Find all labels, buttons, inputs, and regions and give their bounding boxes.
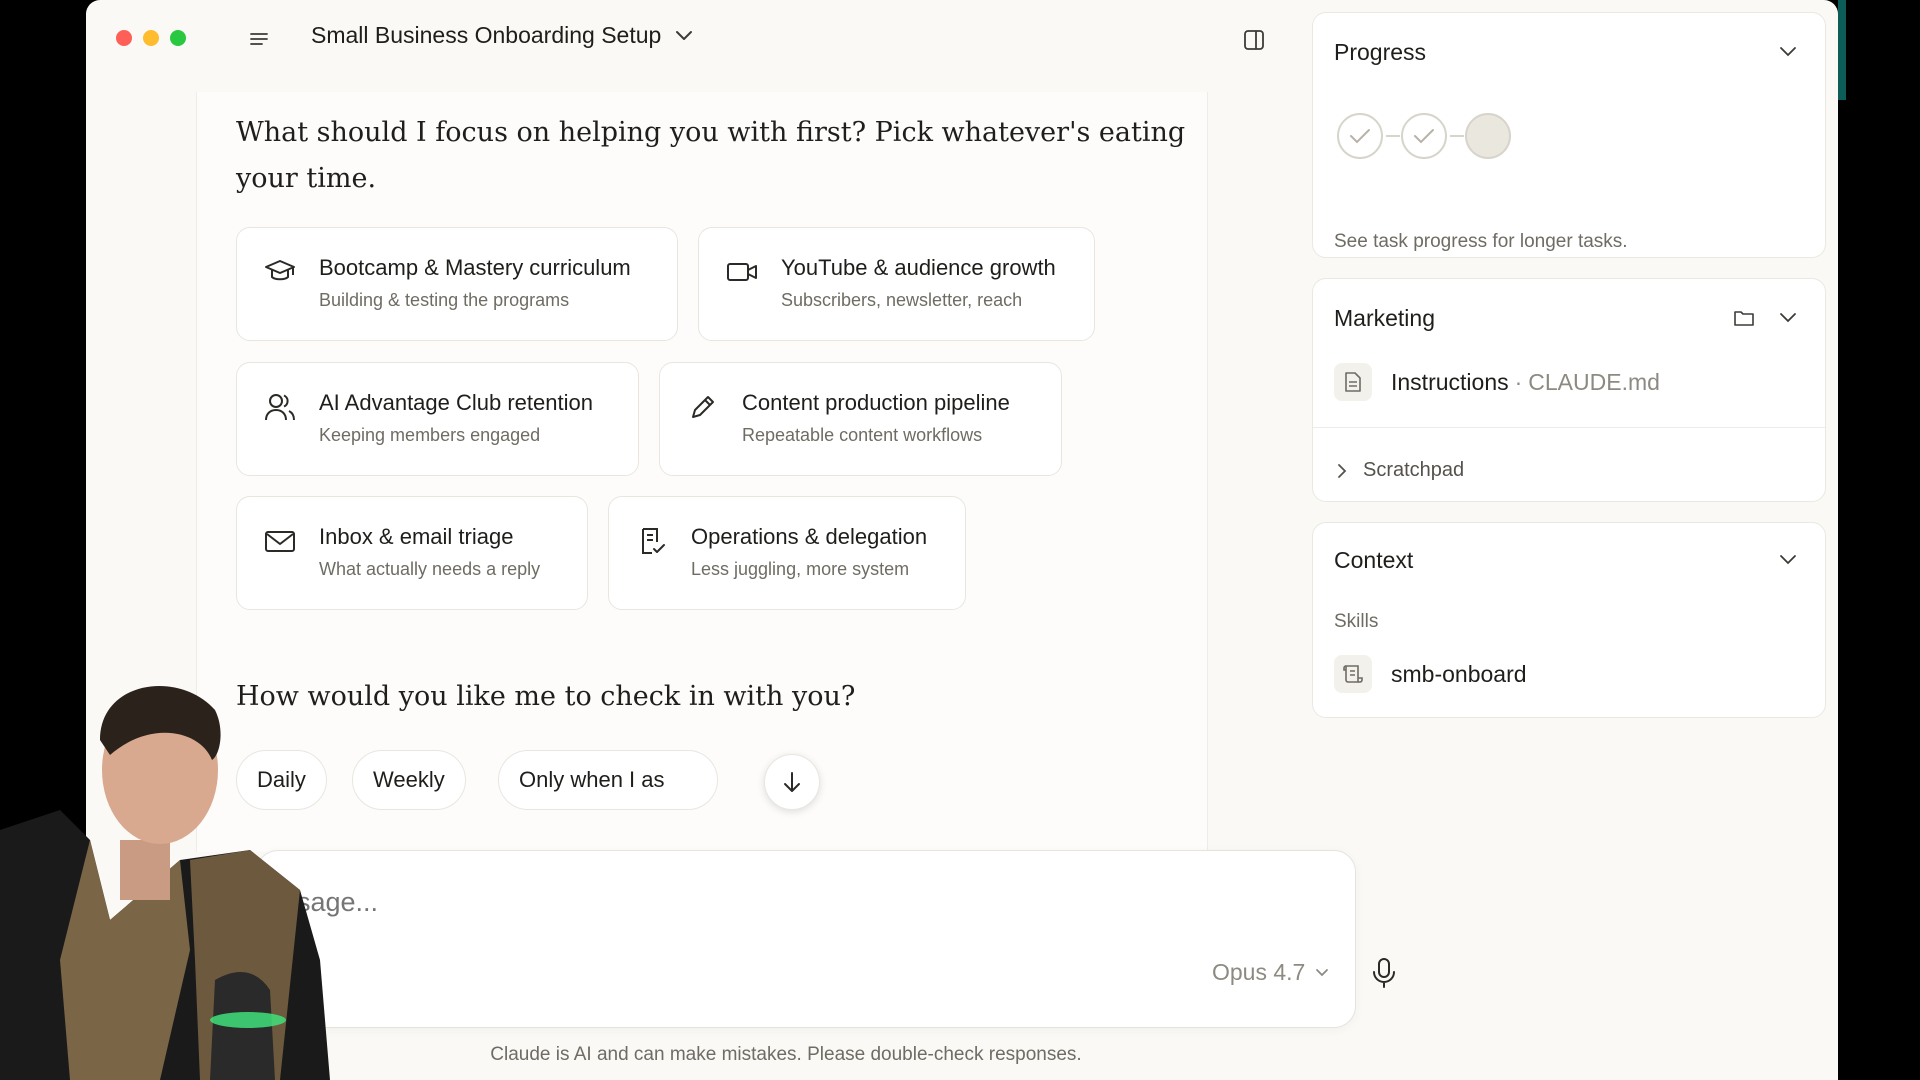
focus-question: What should I focus on helping you with … bbox=[236, 117, 1186, 194]
scroll-icon bbox=[1334, 655, 1372, 693]
scratchpad-toggle[interactable]: Scratchpad bbox=[1337, 459, 1464, 482]
progress-step-done bbox=[1337, 113, 1383, 159]
option-card-content-pipeline[interactable]: Content production pipeline Repeatable c… bbox=[659, 362, 1062, 476]
folder-icon bbox=[1734, 311, 1754, 326]
check-in-question: How would you like me to check in with y… bbox=[236, 681, 856, 712]
skill-row[interactable]: smb-onboard bbox=[1334, 655, 1527, 693]
message-composer: Opus 4.7 bbox=[256, 850, 1395, 1028]
instructions-file-row[interactable]: Instructions · CLAUDE.md bbox=[1334, 363, 1660, 401]
toggle-side-panel-button[interactable] bbox=[1240, 26, 1268, 54]
microphone-icon bbox=[1373, 958, 1395, 988]
app-window: Small Business Onboarding Setup What sho… bbox=[86, 0, 1838, 1080]
progress-step-done bbox=[1401, 113, 1447, 159]
open-folder-button[interactable] bbox=[1733, 307, 1755, 329]
menu-icon bbox=[250, 33, 268, 45]
progress-description: See task progress for longer tasks. bbox=[1334, 231, 1628, 252]
chevron-down-icon bbox=[1780, 555, 1796, 565]
chat-thread: What should I focus on helping you with … bbox=[196, 92, 1208, 852]
conversation-title-dropdown[interactable]: Small Business Onboarding Setup bbox=[311, 22, 693, 49]
graduation-cap-icon bbox=[263, 255, 297, 289]
chevron-down-icon bbox=[1780, 313, 1796, 323]
close-window-button[interactable] bbox=[116, 30, 132, 46]
option-subtitle: Building & testing the programs bbox=[319, 290, 570, 310]
sidebar-menu-button[interactable] bbox=[246, 26, 272, 52]
option-title: AI Advantage Club retention bbox=[319, 390, 593, 415]
progress-connector bbox=[1386, 135, 1400, 137]
skills-label: Skills bbox=[1334, 611, 1379, 632]
option-title: Inbox & email triage bbox=[319, 524, 514, 549]
pencil-icon bbox=[686, 390, 720, 424]
presenter-webcam-overlay bbox=[0, 686, 330, 1080]
conversation-title: Small Business Onboarding Setup bbox=[311, 22, 662, 48]
progress-connector bbox=[1450, 135, 1464, 137]
maximize-window-button[interactable] bbox=[170, 30, 186, 46]
option-title: Bootcamp & Mastery curriculum bbox=[319, 255, 631, 280]
minimize-window-button[interactable] bbox=[143, 30, 159, 46]
progress-panel: Progress See task progress for longer ta… bbox=[1312, 12, 1826, 258]
option-title: Operations & delegation bbox=[691, 524, 928, 549]
mail-icon bbox=[263, 524, 297, 558]
file-separator: · bbox=[1514, 368, 1523, 395]
background-app-edge bbox=[1838, 0, 1846, 100]
option-subtitle: Subscribers, newsletter, reach bbox=[781, 290, 1023, 310]
frequency-on-request-button[interactable]: Only when I as bbox=[498, 750, 718, 810]
option-subtitle: Repeatable content workflows bbox=[742, 425, 983, 445]
marketing-panel: Marketing Instructions · CLAUDE.md Scrat… bbox=[1312, 278, 1826, 502]
context-panel: Context Skills smb-onboard bbox=[1312, 522, 1826, 718]
option-card-bootcamp[interactable]: Bootcamp & Mastery curriculum Building &… bbox=[236, 227, 678, 341]
checkmark-icon bbox=[1414, 129, 1434, 144]
document-icon bbox=[1334, 363, 1372, 401]
model-name: Opus 4.7 bbox=[1212, 959, 1306, 985]
option-card-youtube[interactable]: YouTube & audience growth Subscribers, n… bbox=[698, 227, 1095, 341]
skill-name: smb-onboard bbox=[1391, 660, 1527, 687]
message-input[interactable] bbox=[297, 887, 1197, 918]
file-path: CLAUDE.md bbox=[1528, 368, 1660, 395]
collapse-context-button[interactable] bbox=[1777, 549, 1799, 571]
scroll-to-bottom-button[interactable] bbox=[764, 754, 820, 810]
context-title: Context bbox=[1334, 547, 1414, 573]
video-camera-icon bbox=[725, 255, 759, 289]
option-title: YouTube & audience growth bbox=[781, 255, 1056, 280]
chevron-down-icon bbox=[1780, 47, 1796, 57]
clipboard-check-icon bbox=[635, 524, 669, 558]
chevron-down-icon bbox=[676, 30, 693, 40]
progress-title: Progress bbox=[1334, 39, 1427, 65]
side-panel-icon bbox=[1244, 30, 1264, 50]
option-subtitle: What actually needs a reply bbox=[319, 559, 541, 579]
disclaimer-text: Claude is AI and can make mistakes. Plea… bbox=[490, 1044, 1082, 1065]
option-subtitle: Less juggling, more system bbox=[691, 559, 910, 579]
project-title: Marketing bbox=[1334, 305, 1435, 331]
model-selector[interactable]: Opus 4.7 bbox=[1212, 959, 1329, 986]
option-card-inbox-triage[interactable]: Inbox & email triage What actually needs… bbox=[236, 496, 588, 610]
collapse-marketing-button[interactable] bbox=[1777, 307, 1799, 329]
frequency-weekly-button[interactable]: Weekly bbox=[352, 750, 466, 810]
file-name: Instructions bbox=[1391, 368, 1509, 395]
chevron-down-icon bbox=[1316, 968, 1329, 976]
title-bar: Small Business Onboarding Setup bbox=[86, 0, 1311, 80]
option-card-operations[interactable]: Operations & delegation Less juggling, m… bbox=[608, 496, 966, 610]
arrow-down-icon bbox=[784, 772, 800, 792]
option-title: Content production pipeline bbox=[742, 390, 1010, 415]
collapse-progress-button[interactable] bbox=[1777, 41, 1799, 63]
divider bbox=[1313, 427, 1825, 428]
option-card-club-retention[interactable]: AI Advantage Club retention Keeping memb… bbox=[236, 362, 639, 476]
scratchpad-label: Scratchpad bbox=[1363, 459, 1465, 481]
voice-input-button[interactable] bbox=[1367, 955, 1401, 991]
checkmark-icon bbox=[1350, 129, 1370, 144]
chevron-right-icon bbox=[1338, 463, 1347, 478]
users-icon bbox=[263, 390, 297, 424]
progress-step-pending bbox=[1465, 113, 1511, 159]
option-subtitle: Keeping members engaged bbox=[319, 425, 541, 445]
